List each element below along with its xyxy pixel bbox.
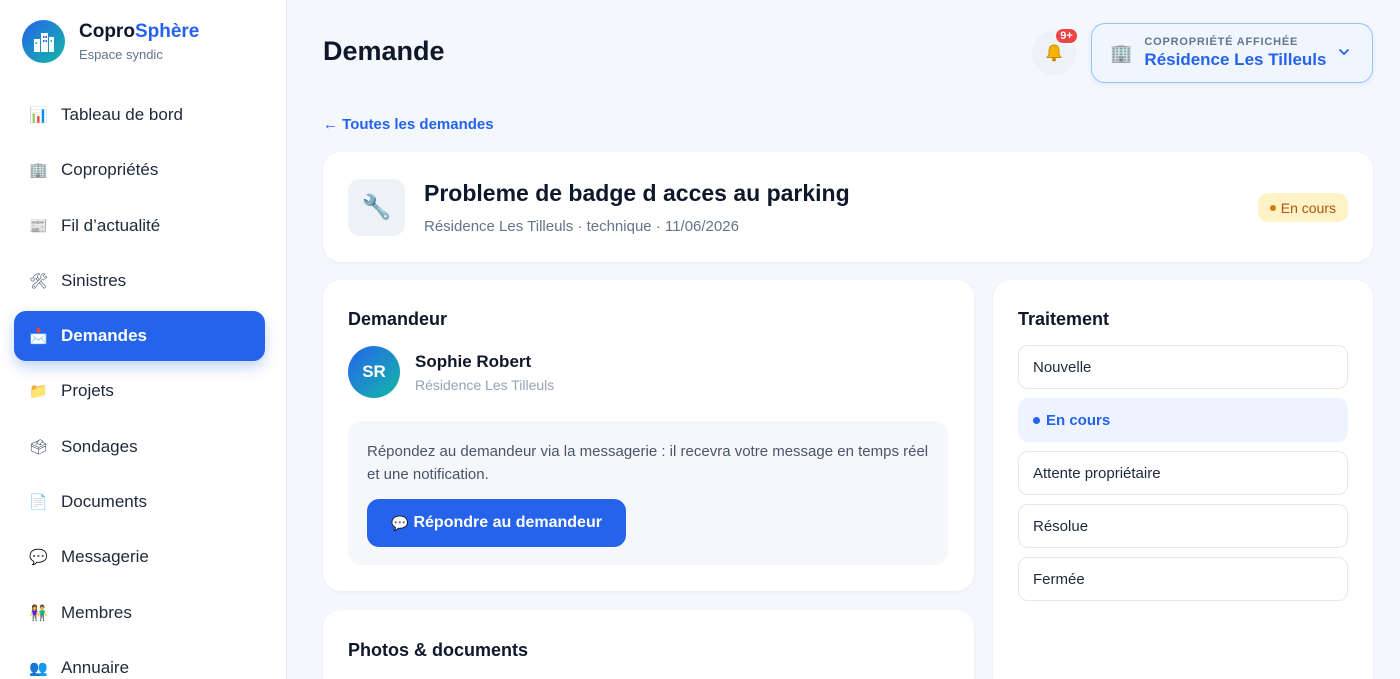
status-option-attente-proprietaire[interactable]: Attente propriétaire	[1018, 451, 1348, 495]
sidebar-item-label: Demandes	[61, 326, 147, 346]
status-option-nouvelle[interactable]: Nouvelle	[1018, 345, 1348, 389]
brand[interactable]: CoproSphère Espace syndic	[22, 20, 199, 63]
folder-icon: 📁	[29, 383, 48, 401]
copropriete-value: Résidence Les Tilleuls	[1144, 50, 1327, 69]
sidebar-item-sondages[interactable]: 🗳 Sondages	[14, 422, 265, 472]
request-meta: Résidence Les Tilleuls · technique · 11/…	[424, 218, 739, 235]
requester-residence: Résidence Les Tilleuls	[415, 377, 555, 393]
requester-name: Sophie Robert	[415, 352, 532, 371]
building-icon: 🏢	[1110, 42, 1133, 63]
sidebar-item-messagerie[interactable]: 💬 Messagerie	[14, 532, 265, 582]
contacts-icon: 👥	[29, 659, 48, 677]
copropriete-caption: COPROPRIÉTÉ AFFICHÉE	[1144, 36, 1299, 48]
request-title: Probleme de badge d acces au parking	[424, 180, 850, 206]
ballot-box-icon: 🗳	[29, 438, 49, 456]
sidebar: CoproSphère Espace syndic 📊 Tableau de bo…	[0, 0, 287, 679]
request-header-card: 🔧 Probleme de badge d acces au parking R…	[323, 152, 1373, 262]
sidebar-item-documents[interactable]: 📄 Documents	[14, 477, 265, 527]
sidebar-nav: 📊 Tableau de bord 🏢 Copropriétés 📰 Fil d’ac…	[14, 90, 265, 679]
avatar: SR	[348, 346, 400, 398]
building-logo-icon	[22, 20, 65, 63]
sidebar-item-sinistres[interactable]: 🛠 Sinistres	[14, 256, 265, 306]
back-to-requests-link[interactable]: ← Toutes les demandes	[323, 116, 494, 133]
brand-subtitle: Espace syndic	[79, 47, 163, 62]
reply-info-text: Répondez au demandeur via la messagerie …	[367, 443, 929, 483]
sidebar-item-label: Membres	[61, 602, 132, 622]
reply-to-requester-button[interactable]: 💬 Répondre au demandeur	[367, 499, 626, 547]
treatment-section-title: Traitement	[1018, 309, 1110, 329]
sidebar-item-coproprietes[interactable]: 🏢 Copropriétés	[14, 145, 265, 195]
sidebar-item-label: Documents	[61, 492, 147, 512]
sidebar-item-label: Annuaire	[61, 657, 130, 677]
photos-documents-card: Photos & documents	[323, 610, 974, 679]
selected-dot-icon	[1033, 416, 1040, 424]
treatment-card: Traitement Nouvelle En cours Attente pro…	[993, 280, 1373, 679]
sidebar-item-label: Copropriétés	[61, 160, 159, 180]
sidebar-item-label: Sondages	[61, 436, 138, 456]
speech-bubble-icon: 💬	[29, 549, 48, 567]
newspaper-icon: 📰	[29, 217, 48, 235]
brand-title: CoproSphère	[79, 21, 200, 42]
inbox-icon: 📩	[29, 328, 48, 346]
status-option-fermee[interactable]: Fermée	[1018, 557, 1348, 601]
reply-info-box: Répondez au demandeur via la messagerie …	[348, 421, 948, 565]
wrench-icon: 🔧	[348, 179, 405, 236]
requester-card: Demandeur SR Sophie Robert Résidence Les…	[323, 280, 974, 591]
status-badge: En cours	[1257, 193, 1348, 222]
sidebar-item-label: Sinistres	[61, 270, 127, 290]
photos-section-title: Photos & documents	[348, 640, 529, 660]
requester-section-title: Demandeur	[348, 309, 448, 329]
sidebar-item-projets[interactable]: 📁 Projets	[14, 366, 265, 416]
speech-bubble-icon: 💬	[391, 514, 409, 531]
status-dot-icon	[1269, 204, 1276, 211]
status-option-en-cours[interactable]: En cours	[1018, 398, 1348, 442]
sidebar-item-demandes[interactable]: 📩 Demandes	[14, 311, 265, 362]
sidebar-item-membres[interactable]: 👫 Membres	[14, 588, 265, 638]
sidebar-item-fil-actualite[interactable]: 📰 Fil d’actualité	[14, 201, 265, 251]
tools-icon: 🛠	[29, 272, 49, 290]
chevron-down-icon	[1339, 49, 1349, 55]
bar-chart-icon: 📊	[29, 107, 48, 124]
sidebar-item-label: Projets	[61, 381, 114, 401]
building-icon: 🏢	[29, 162, 48, 180]
status-options: Nouvelle En cours Attente propriétaire R…	[1018, 345, 1348, 610]
people-icon: 👫	[29, 604, 48, 622]
sidebar-item-label: Fil d’actualité	[61, 215, 161, 235]
document-icon: 📄	[29, 494, 48, 512]
sidebar-item-tableau-de-bord[interactable]: 📊 Tableau de bord	[14, 90, 265, 140]
sidebar-item-label: Messagerie	[61, 547, 149, 567]
bell-icon	[1046, 44, 1062, 62]
status-option-resolue[interactable]: Résolue	[1018, 504, 1348, 548]
sidebar-item-annuaire[interactable]: 👥 Annuaire	[14, 643, 265, 679]
notification-count-badge: 9+	[1054, 27, 1079, 45]
sidebar-item-label: Tableau de bord	[61, 105, 183, 124]
copropriete-selector[interactable]: 🏢 COPROPRIÉTÉ AFFICHÉE Résidence Les Til…	[1091, 23, 1373, 83]
page-title: Demande	[323, 36, 445, 66]
